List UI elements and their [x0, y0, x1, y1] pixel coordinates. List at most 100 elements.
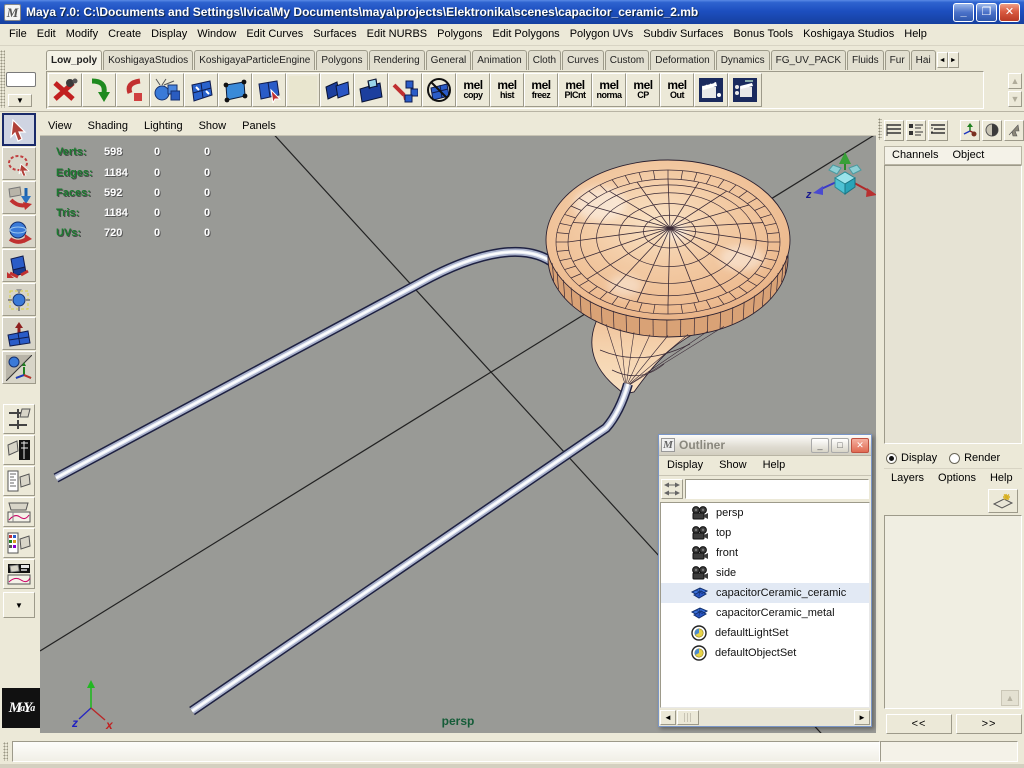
- shelf-button-mel-freez[interactable]: mel freez: [524, 73, 558, 107]
- menu-file[interactable]: File: [4, 24, 32, 45]
- last-tool-button[interactable]: [2, 351, 36, 384]
- menu-bonus-tools[interactable]: Bonus Tools: [728, 24, 798, 45]
- outliner-item-capacitorceramic-ceramic[interactable]: capacitorCeramic_ceramic: [661, 583, 869, 603]
- panel-splitter[interactable]: [876, 112, 884, 740]
- menu-surfaces[interactable]: Surfaces: [308, 24, 361, 45]
- restore-button[interactable]: ❐: [976, 2, 997, 22]
- shelf-button-create-polygon[interactable]: [218, 73, 252, 107]
- manipulator-display-toggle-button[interactable]: [906, 119, 927, 141]
- shelf-tab-fluids[interactable]: Fluids: [846, 50, 884, 70]
- shelf-button-mel-cp[interactable]: mel CP: [626, 73, 660, 107]
- layout-preset-single-persp-button[interactable]: [3, 435, 35, 465]
- render-radio[interactable]: [949, 452, 961, 464]
- soft-mod-tool-button[interactable]: [2, 317, 36, 350]
- shelf-button-mel-hist[interactable]: mel hist: [490, 73, 524, 107]
- shelf-tab-rendering[interactable]: Rendering: [368, 50, 425, 70]
- shelf-tab-scroll-left[interactable]: ◄: [936, 52, 948, 68]
- menu-help[interactable]: Help: [899, 24, 932, 45]
- outliner-item-persp[interactable]: persp: [661, 503, 869, 523]
- shelf-tab-general[interactable]: General: [425, 50, 472, 70]
- shelf-drag-handle[interactable]: [0, 50, 5, 108]
- menu-edit-nurbs[interactable]: Edit NURBS: [362, 24, 433, 45]
- outliner-help-menu[interactable]: Help: [755, 456, 794, 475]
- display-radio-label[interactable]: Display: [901, 452, 937, 464]
- menu-display[interactable]: Display: [146, 24, 192, 45]
- display-radio[interactable]: [886, 452, 897, 464]
- shelf-button-mel-norma[interactable]: mel norma: [592, 73, 626, 107]
- manip-tool-button[interactable]: [959, 119, 980, 141]
- prev-layout-button[interactable]: <<: [886, 714, 952, 734]
- panel-menu-view[interactable]: View: [40, 118, 80, 135]
- minimize-button[interactable]: _: [953, 2, 974, 22]
- outliner-item-side[interactable]: side: [661, 563, 869, 583]
- shelf-button-mel-plcnt[interactable]: mel PlCnt: [558, 73, 592, 107]
- outliner-scroll-right-button[interactable]: ►: [854, 710, 870, 725]
- move-tool-button[interactable]: [2, 181, 36, 214]
- outliner-item-top[interactable]: top: [661, 523, 869, 543]
- lasso-tool-button[interactable]: [2, 147, 36, 180]
- channel-names-toggle-button[interactable]: [884, 119, 905, 141]
- command-line-handle[interactable]: [3, 742, 8, 761]
- shelf-tab-polygons[interactable]: Polygons: [316, 50, 368, 70]
- menu-window[interactable]: Window: [192, 24, 241, 45]
- shelf-button-clapboard-options[interactable]: [728, 73, 762, 107]
- shelf-tab-low-poly[interactable]: Low_poly: [46, 50, 103, 70]
- channel-speed-toggle-button[interactable]: [928, 119, 949, 141]
- outliner-title-bar[interactable]: M Outliner _ □ ✕: [659, 435, 871, 456]
- menu-polygon-uvs[interactable]: Polygon UVs: [565, 24, 639, 45]
- outliner-search-input[interactable]: [685, 479, 869, 499]
- layout-preset-persp-graph-outliner-button[interactable]: [3, 559, 35, 589]
- shelf-button-extrude[interactable]: [354, 73, 388, 107]
- shelf-button-blank-swatch[interactable]: [286, 73, 320, 107]
- menu-edit-polygons[interactable]: Edit Polygons: [487, 24, 564, 45]
- layout-preset-hypershade-persp-button[interactable]: [3, 528, 35, 558]
- select-by-name-button[interactable]: [1003, 119, 1024, 141]
- menu-koshigaya-studios[interactable]: Koshigaya Studios: [798, 24, 899, 45]
- menu-edit[interactable]: Edit: [32, 24, 61, 45]
- outliner-horizontal-scrollbar[interactable]: ◄ ►: [660, 709, 870, 726]
- layout-dropdown-button[interactable]: ▼: [3, 592, 35, 618]
- layout-preset-four-view-button[interactable]: [3, 404, 35, 434]
- channels-menu[interactable]: Channels: [885, 147, 945, 164]
- shelf-tab-animation[interactable]: Animation: [472, 50, 527, 70]
- outliner-expand-button[interactable]: [661, 479, 683, 499]
- layers-scroll-chevron[interactable]: ▲: [1001, 690, 1019, 706]
- panel-menu-panels[interactable]: Panels: [234, 118, 284, 135]
- close-button[interactable]: ✕: [999, 2, 1020, 22]
- shelf-tab-dynamics[interactable]: Dynamics: [715, 50, 770, 70]
- outliner-item-capacitorceramic-metal[interactable]: capacitorCeramic_metal: [661, 603, 869, 623]
- outliner-scroll-thumb[interactable]: [677, 710, 699, 725]
- shelf-button-append-polygon[interactable]: [252, 73, 286, 107]
- outliner-scroll-left-button[interactable]: ◄: [660, 710, 676, 725]
- shelf-tab-deformation[interactable]: Deformation: [650, 50, 715, 70]
- shelf-tab-cloth[interactable]: Cloth: [527, 50, 562, 70]
- menu-polygons[interactable]: Polygons: [432, 24, 487, 45]
- outliner-close-button[interactable]: ✕: [851, 437, 869, 453]
- shelf-button-poly-grid[interactable]: [184, 73, 218, 107]
- options-menu[interactable]: Options: [931, 469, 983, 487]
- menu-subdiv-surfaces[interactable]: Subdiv Surfaces: [638, 24, 728, 45]
- scale-tool-button[interactable]: [2, 249, 36, 282]
- layout-preset-outliner-persp-button[interactable]: [3, 466, 35, 496]
- shelf-button-green-arrow[interactable]: [82, 73, 116, 107]
- next-layout-button[interactable]: >>: [956, 714, 1022, 734]
- layers-menu[interactable]: Layers: [884, 469, 931, 487]
- shelf-button-clapboard[interactable]: [694, 73, 728, 107]
- outliner-maximize-button[interactable]: □: [831, 437, 849, 453]
- shelf-button-cleanup[interactable]: [422, 73, 456, 107]
- shelf-button-mel-copy[interactable]: mel copy: [456, 73, 490, 107]
- channel-box-empty-area[interactable]: [884, 165, 1022, 444]
- object-menu[interactable]: Object: [945, 147, 991, 164]
- outliner-item-defaultobjectset[interactable]: defaultObjectSet: [661, 643, 869, 663]
- create-layer-button[interactable]: [988, 489, 1018, 513]
- outliner-show-menu[interactable]: Show: [711, 456, 755, 475]
- panel-menu-shading[interactable]: Shading: [80, 118, 136, 135]
- shelf-tab-curves[interactable]: Curves: [562, 50, 604, 70]
- render-sphere-button[interactable]: [981, 119, 1002, 141]
- shelf-button-mel-out[interactable]: mel Out: [660, 73, 694, 107]
- shelf-button-delete[interactable]: [48, 73, 82, 107]
- shelf-tab-koshigayastudios[interactable]: KoshigayaStudios: [103, 50, 194, 70]
- shelf-tab-fur[interactable]: Fur: [884, 50, 910, 70]
- outliner-display-menu[interactable]: Display: [659, 456, 711, 475]
- shelf-button-sphere-cubes[interactable]: [150, 73, 184, 107]
